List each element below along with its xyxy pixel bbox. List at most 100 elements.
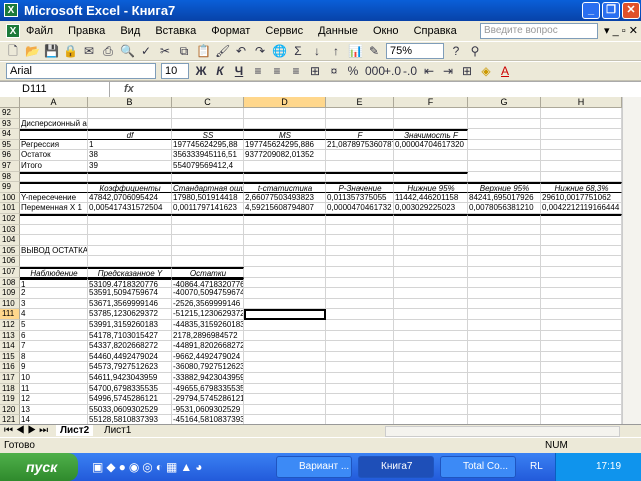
- cell[interactable]: Дисперсионный анализ: [20, 118, 88, 130]
- cell[interactable]: [244, 351, 326, 363]
- cell[interactable]: 554079569412,4: [172, 161, 244, 172]
- cell[interactable]: -33882,9423043959: [172, 373, 244, 384]
- cell[interactable]: [468, 383, 541, 395]
- cell[interactable]: [541, 129, 622, 140]
- cell[interactable]: [468, 171, 541, 183]
- align-left-icon[interactable]: ≡: [251, 64, 265, 78]
- cell[interactable]: [326, 362, 394, 373]
- cell[interactable]: [468, 362, 541, 373]
- cell[interactable]: 4,59215608794807: [244, 203, 326, 214]
- cell[interactable]: [541, 394, 622, 405]
- cell[interactable]: 0,011357375055: [326, 192, 394, 204]
- font-select[interactable]: Arial: [6, 63, 156, 79]
- doc-window-controls[interactable]: ▾ _ ▫ ✕: [604, 21, 638, 41]
- row-header[interactable]: 110: [0, 298, 20, 310]
- cell[interactable]: [394, 235, 468, 246]
- cell[interactable]: [394, 351, 468, 363]
- cell[interactable]: [20, 129, 88, 140]
- cell[interactable]: [394, 171, 468, 183]
- cell[interactable]: Предсказанное Y: [88, 267, 172, 278]
- cell[interactable]: -2526,3569999146: [172, 298, 244, 310]
- format-painter-icon[interactable]: 🖌: [215, 44, 230, 58]
- cell[interactable]: [244, 320, 326, 331]
- cell[interactable]: [541, 373, 622, 384]
- row-header[interactable]: 102: [0, 214, 20, 225]
- cell[interactable]: 54700,6798335535: [88, 383, 172, 395]
- open-icon[interactable]: 📂: [25, 44, 40, 58]
- cell[interactable]: [468, 373, 541, 384]
- cell[interactable]: 0,00004704617320: [394, 139, 468, 151]
- cell[interactable]: [468, 277, 541, 289]
- help-icon[interactable]: ?: [449, 44, 463, 58]
- row-header[interactable]: 109: [0, 288, 20, 299]
- cell[interactable]: [326, 341, 394, 352]
- cell[interactable]: [394, 341, 468, 352]
- cell[interactable]: Наблюдение: [20, 267, 88, 278]
- active-cell[interactable]: [244, 309, 326, 320]
- paste-icon[interactable]: 📋: [196, 44, 211, 58]
- cell[interactable]: [394, 320, 468, 331]
- chart-wizard-icon[interactable]: 📊: [348, 44, 363, 58]
- cell[interactable]: [468, 320, 541, 331]
- cell[interactable]: [468, 139, 541, 151]
- cell[interactable]: [394, 394, 468, 405]
- row-header[interactable]: 94: [0, 129, 20, 140]
- cell[interactable]: 2178,2896984572: [172, 330, 244, 342]
- cell[interactable]: [394, 288, 468, 299]
- percent-icon[interactable]: %: [346, 64, 360, 78]
- cell[interactable]: [394, 309, 468, 320]
- cell[interactable]: 54337,8202668272: [88, 341, 172, 352]
- cell[interactable]: 53109,4718320776: [88, 277, 172, 289]
- column-header-B[interactable]: B: [88, 97, 172, 108]
- cell[interactable]: [394, 404, 468, 416]
- autosum-icon[interactable]: Σ: [291, 44, 305, 58]
- cell[interactable]: MS: [244, 129, 326, 140]
- cell[interactable]: [468, 415, 541, 424]
- cell[interactable]: [394, 108, 468, 119]
- row-header[interactable]: 92: [0, 108, 20, 119]
- cell[interactable]: 53785,1230629372: [88, 309, 172, 320]
- cell[interactable]: [326, 415, 394, 424]
- copy-icon[interactable]: ⧉: [177, 44, 191, 58]
- cell[interactable]: 29610,0017751062: [541, 192, 622, 204]
- cell[interactable]: [394, 118, 468, 130]
- cell[interactable]: [88, 108, 172, 119]
- cell[interactable]: 9377209082,01352: [244, 150, 326, 161]
- sort-desc-icon[interactable]: ↑: [329, 44, 343, 58]
- cell[interactable]: 6: [20, 330, 88, 342]
- align-center-icon[interactable]: ≡: [270, 64, 284, 78]
- cell[interactable]: [394, 256, 468, 267]
- cell[interactable]: [394, 224, 468, 236]
- cell[interactable]: 2: [20, 288, 88, 299]
- cell[interactable]: [326, 118, 394, 130]
- thousands-icon[interactable]: 000: [365, 64, 385, 78]
- currency-icon[interactable]: ¤: [327, 64, 341, 78]
- cell[interactable]: [326, 108, 394, 119]
- italic-button[interactable]: К: [213, 64, 227, 78]
- cell[interactable]: 38: [88, 150, 172, 161]
- column-header-E[interactable]: E: [326, 97, 394, 108]
- row-header[interactable]: 108: [0, 277, 20, 289]
- cell[interactable]: 11442,446201158: [394, 192, 468, 204]
- cell[interactable]: [326, 288, 394, 299]
- cell[interactable]: [20, 214, 88, 225]
- cell[interactable]: [468, 309, 541, 320]
- cell[interactable]: [394, 150, 468, 161]
- cell[interactable]: [394, 214, 468, 225]
- cell[interactable]: [326, 309, 394, 320]
- print-preview-icon[interactable]: 🔍: [120, 44, 135, 58]
- cell[interactable]: 47842,0706095424: [88, 192, 172, 204]
- cell[interactable]: [394, 267, 468, 278]
- cell[interactable]: [88, 214, 172, 225]
- cell[interactable]: -29794,5745286121: [172, 394, 244, 405]
- cell[interactable]: [541, 320, 622, 331]
- column-header-F[interactable]: F: [394, 97, 468, 108]
- filter-icon[interactable]: ⚲: [468, 44, 482, 58]
- cell[interactable]: Значимость F: [394, 129, 468, 140]
- cell[interactable]: [541, 214, 622, 225]
- language-indicator[interactable]: RL: [530, 461, 543, 472]
- cell[interactable]: [541, 256, 622, 267]
- cell[interactable]: [468, 245, 541, 257]
- cell[interactable]: [326, 404, 394, 416]
- cell[interactable]: Переменная X 1: [20, 203, 88, 214]
